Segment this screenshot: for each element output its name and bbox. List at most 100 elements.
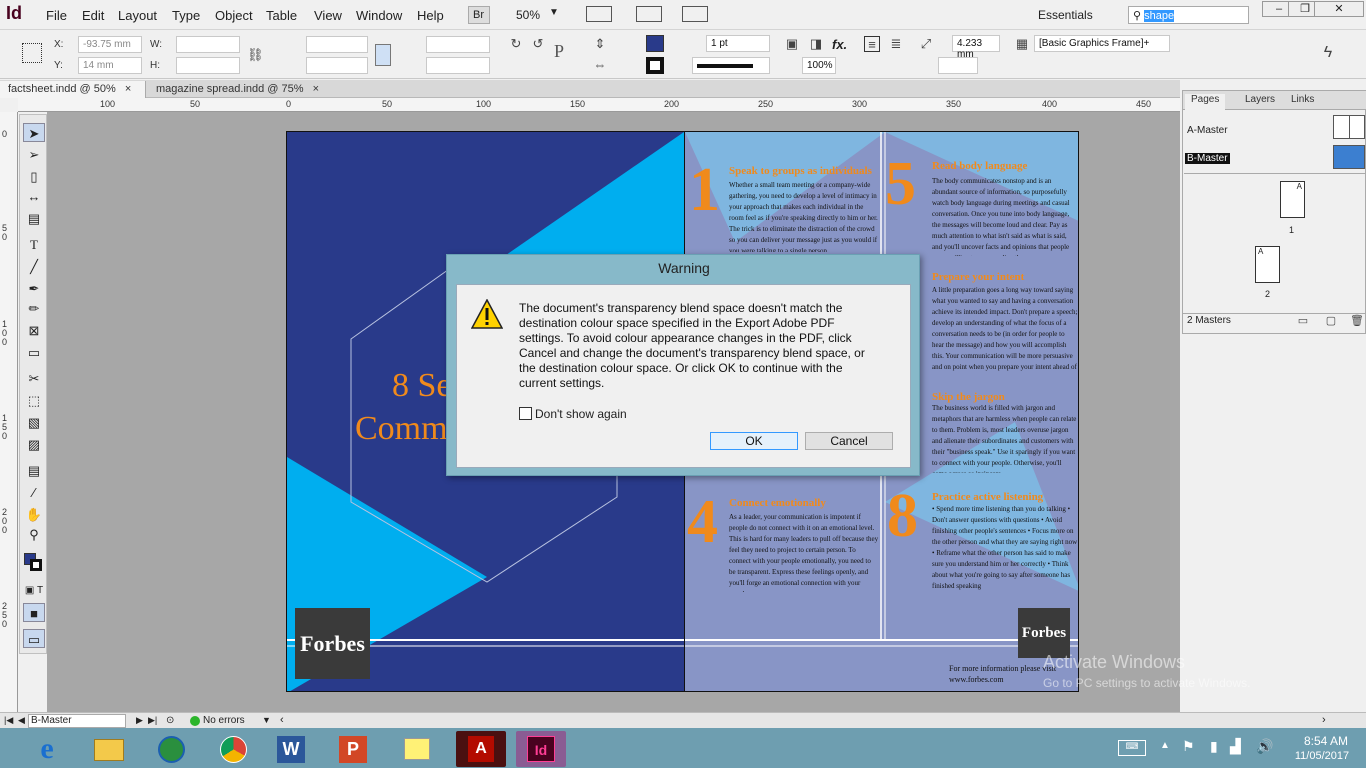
keyboard-icon[interactable]: ⌨ — [1118, 740, 1146, 756]
tab-layers[interactable]: Layers — [1239, 94, 1281, 105]
volume-icon[interactable]: 🔊 — [1256, 738, 1273, 755]
stroke-type-select[interactable] — [692, 57, 770, 74]
menu-edit[interactable]: Edit — [82, 8, 104, 23]
gradient-feather-tool-icon[interactable]: ▨ — [23, 435, 45, 454]
chevron-down-icon[interactable]: ▼ — [549, 7, 559, 18]
powerpoint-icon[interactable]: P — [328, 731, 378, 767]
zoom-tool-icon[interactable]: ⚲ — [23, 525, 45, 544]
note-tool-icon[interactable]: ▤ — [23, 461, 45, 480]
effects-icon[interactable]: ◨ — [808, 36, 824, 52]
clock-time[interactable]: 8:54 AM — [1296, 734, 1356, 748]
previous-page-icon[interactable]: ◀ — [18, 715, 25, 726]
view-options-icon[interactable] — [636, 6, 662, 22]
shear-field[interactable] — [426, 57, 490, 74]
dimension-field[interactable]: 4.233 mm — [952, 35, 1000, 60]
scale-y-field[interactable] — [306, 57, 368, 74]
ok-button[interactable]: OK — [710, 432, 798, 450]
edit-page-size-icon[interactable]: ▭ — [1295, 313, 1311, 329]
h-field[interactable] — [176, 57, 240, 74]
chevron-down-icon[interactable]: ▼ — [262, 715, 271, 725]
horizontal-ruler[interactable]: 100 50 0 50 100 150 200 250 300 350 400 … — [18, 98, 1180, 112]
acrobat-icon[interactable]: A — [456, 731, 506, 767]
master-a-thumbnail[interactable] — [1333, 115, 1365, 139]
scissors-tool-icon[interactable]: ✂ — [23, 369, 45, 388]
master-b-label[interactable]: B-Master — [1185, 153, 1230, 164]
indesign-icon[interactable]: Id — [516, 731, 566, 767]
lightning-icon[interactable]: ϟ — [1320, 45, 1336, 61]
stroke-weight-field[interactable]: 1 pt — [706, 35, 770, 52]
w-field[interactable] — [176, 36, 240, 53]
workspace-switcher[interactable]: Essentials — [1038, 8, 1093, 22]
cancel-button[interactable]: Cancel — [805, 432, 893, 450]
screen-mode-tool-icon[interactable]: ▭ — [23, 629, 45, 648]
bridge-button[interactable]: Br — [468, 6, 490, 24]
chrome-icon[interactable] — [208, 731, 258, 767]
flip-horizontal-icon[interactable]: ⇔ — [592, 57, 608, 73]
new-page-icon[interactable]: ▢ — [1323, 313, 1339, 329]
direct-selection-tool-icon[interactable]: ➢ — [23, 145, 45, 164]
master-b-thumbnail[interactable] — [1333, 145, 1365, 169]
network-icon[interactable]: ▟ — [1230, 738, 1241, 755]
reference-point-icon[interactable] — [22, 43, 42, 63]
scroll-left-icon[interactable]: ‹ — [280, 714, 284, 726]
tab-links[interactable]: Links — [1285, 94, 1320, 105]
page-select[interactable]: B-Master — [28, 714, 126, 728]
close-button[interactable]: ✕ — [1314, 1, 1364, 17]
menu-view[interactable]: View — [314, 8, 342, 23]
text-wrap-bbox-icon[interactable]: ≣ — [888, 36, 904, 52]
page-tool-icon[interactable]: ▯ — [23, 167, 45, 186]
page-1-thumbnail[interactable]: A — [1280, 181, 1305, 218]
drop-shadow-icon[interactable]: ▣ — [784, 36, 800, 52]
rectangle-frame-tool-icon[interactable]: ⊠ — [23, 321, 45, 340]
battery-icon[interactable]: ▮ — [1210, 738, 1218, 755]
internet-explorer-icon[interactable]: e — [22, 731, 72, 767]
arrange-documents-icon[interactable] — [682, 6, 708, 22]
tab-pages[interactable]: Pages — [1185, 94, 1226, 110]
globe-icon[interactable] — [146, 731, 196, 767]
type-tool-icon[interactable]: T — [23, 235, 45, 254]
object-style-select[interactable]: [Basic Graphics Frame]+ — [1034, 35, 1170, 52]
normal-view-icon[interactable]: ■ — [23, 603, 45, 622]
x-field[interactable]: -93.75 mm — [78, 36, 142, 53]
last-page-icon[interactable]: ▶| — [148, 715, 157, 726]
chevron-up-icon[interactable]: ▲ — [1160, 740, 1170, 751]
first-page-icon[interactable]: |◀ — [4, 715, 13, 726]
menu-layout[interactable]: Layout — [118, 8, 157, 23]
menu-window[interactable]: Window — [356, 8, 402, 23]
free-transform-tool-icon[interactable]: ⬚ — [23, 391, 45, 410]
eyedropper-tool-icon[interactable]: ⁄ — [23, 483, 45, 502]
pencil-tool-icon[interactable]: ✏ — [23, 299, 45, 318]
scroll-right-icon[interactable]: › — [1322, 714, 1326, 726]
fill-swatch[interactable] — [646, 35, 664, 52]
word-icon[interactable]: W — [266, 731, 316, 767]
clock-date[interactable]: 11/05/2017 — [1286, 750, 1358, 762]
action-center-icon[interactable]: ⚑ — [1182, 738, 1195, 755]
menu-file[interactable]: File — [46, 8, 67, 23]
close-icon[interactable]: × — [125, 83, 131, 95]
gradient-swatch-tool-icon[interactable]: ▧ — [23, 413, 45, 432]
fx-icon[interactable]: fx. — [832, 37, 847, 52]
preflight-status[interactable]: No errors — [203, 715, 245, 726]
search-input[interactable]: ⚲ shape — [1128, 6, 1249, 24]
formatting-affects-icon[interactable]: ▣ T — [23, 581, 45, 600]
pen-tool-icon[interactable]: ✒ — [23, 279, 45, 298]
select-content-icon[interactable]: P — [554, 41, 564, 62]
master-a-label[interactable]: A-Master — [1187, 125, 1228, 136]
flip-vertical-icon[interactable]: ⇕ — [592, 36, 608, 52]
screen-mode-icon[interactable] — [586, 6, 612, 22]
selection-tool-icon[interactable]: ➤ — [23, 123, 45, 142]
rotation-field[interactable] — [426, 36, 490, 53]
opacity-field[interactable]: 100% — [802, 57, 836, 74]
menu-table[interactable]: Table — [266, 8, 297, 23]
link-icon[interactable] — [375, 44, 391, 66]
constrain-proportions-icon[interactable]: ⛓ — [247, 47, 264, 63]
y-field[interactable]: 14 mm — [78, 57, 142, 74]
page-2-thumbnail[interactable]: A — [1255, 246, 1280, 283]
sticky-notes-icon[interactable] — [392, 731, 442, 767]
dont-show-again-checkbox[interactable] — [519, 407, 532, 420]
preflight-icon[interactable]: ⊙ — [166, 715, 174, 726]
hand-tool-icon[interactable]: ✋ — [23, 505, 45, 524]
trash-icon[interactable]: 🗑 — [1349, 313, 1365, 329]
content-collector-icon[interactable]: ▤ — [23, 209, 45, 228]
gap-tool-icon[interactable]: ↔ — [23, 187, 45, 206]
